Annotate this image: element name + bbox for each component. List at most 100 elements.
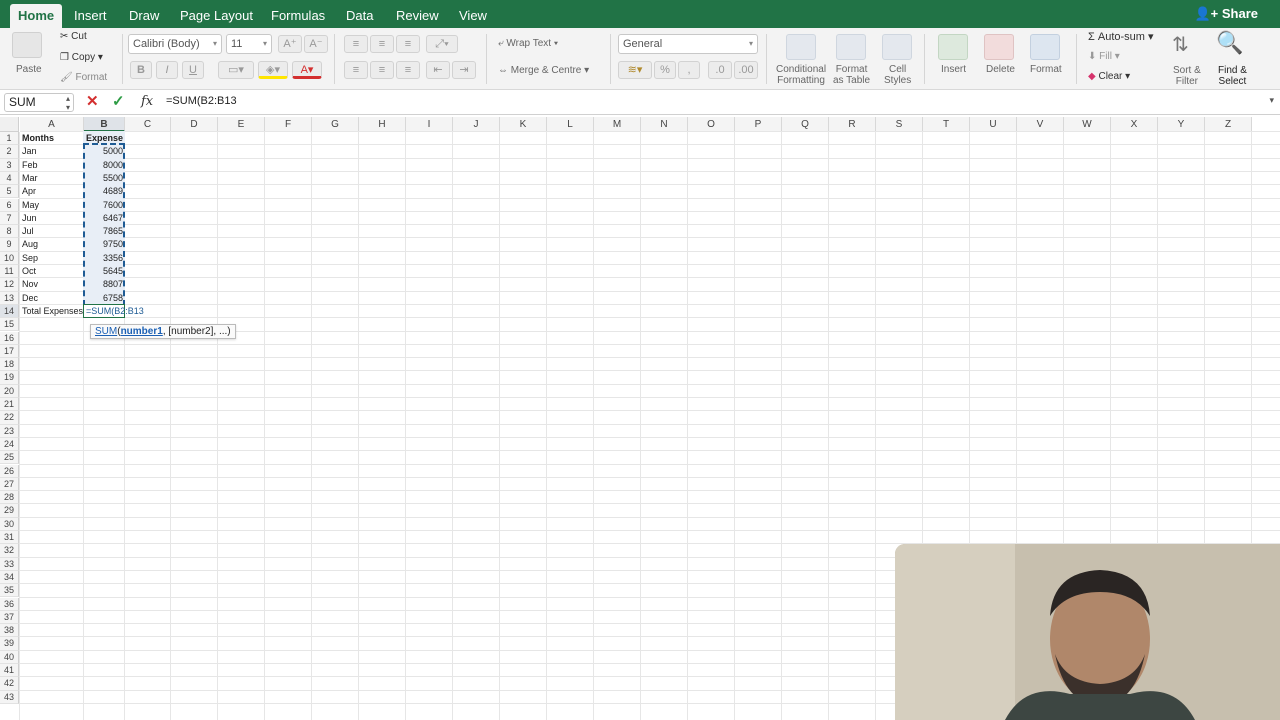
cell-b14-formula[interactable]: =SUM(B2:B13: [86, 305, 144, 318]
tab-draw[interactable]: Draw: [121, 4, 167, 28]
row-header[interactable]: 28: [0, 491, 19, 505]
cell-month[interactable]: May: [22, 199, 82, 212]
row-header[interactable]: 27: [0, 477, 19, 492]
column-header-r[interactable]: R: [829, 117, 876, 132]
cancel-icon[interactable]: ✕: [86, 92, 99, 110]
row-header[interactable]: 11: [0, 265, 19, 279]
column-header-s[interactable]: S: [876, 117, 923, 132]
select-all-corner[interactable]: [0, 117, 19, 132]
row-header[interactable]: 36: [0, 597, 19, 611]
decrease-font-button[interactable]: A⁻: [304, 35, 328, 53]
tab-review[interactable]: Review: [388, 4, 447, 28]
conditional-formatting-icon[interactable]: [786, 34, 816, 60]
row-header[interactable]: 31: [0, 531, 19, 545]
cell-expense[interactable]: 7865: [86, 225, 123, 238]
sort-filter-icon[interactable]: ⇅: [1172, 32, 1189, 57]
increase-decimal-button[interactable]: .0: [708, 61, 732, 79]
row-header[interactable]: 13: [0, 291, 19, 305]
row-header[interactable]: 2: [0, 145, 19, 159]
column-header-x[interactable]: X: [1111, 117, 1158, 132]
tab-page-layout[interactable]: Page Layout: [172, 4, 261, 28]
currency-button[interactable]: ≋▾: [618, 61, 652, 79]
format-cells-label[interactable]: Format: [1030, 64, 1062, 75]
font-name-dropdown[interactable]: Calibri (Body) ▾: [128, 34, 222, 54]
underline-button[interactable]: U: [182, 61, 204, 79]
column-header-p[interactable]: P: [735, 117, 782, 132]
row-header[interactable]: 10: [0, 251, 19, 265]
confirm-icon[interactable]: ✓: [112, 92, 125, 110]
cell-month[interactable]: Aug: [22, 238, 82, 251]
paste-icon[interactable]: [12, 32, 42, 58]
cell-expense[interactable]: 9750: [86, 238, 123, 251]
column-header-k[interactable]: K: [500, 117, 547, 132]
row-header[interactable]: 40: [0, 650, 19, 664]
row-header[interactable]: 1: [0, 132, 19, 146]
cell-expense[interactable]: 5000: [86, 145, 123, 158]
font-size-dropdown[interactable]: 11 ▾: [226, 34, 272, 54]
cell-b1-header[interactable]: Expense: [86, 132, 123, 145]
delete-cells-label[interactable]: Delete: [986, 64, 1015, 75]
cell-styles-button[interactable]: Cell Styles: [884, 64, 911, 86]
column-header-h[interactable]: H: [359, 117, 406, 132]
row-header[interactable]: 30: [0, 517, 19, 531]
column-header-v[interactable]: V: [1017, 117, 1064, 132]
column-header-d[interactable]: D: [171, 117, 218, 132]
row-header[interactable]: 16: [0, 331, 19, 345]
column-header-n[interactable]: N: [641, 117, 688, 132]
cell-month[interactable]: Apr: [22, 185, 82, 198]
insert-function-icon[interactable]: fx: [141, 94, 153, 109]
column-header-j[interactable]: J: [453, 117, 500, 132]
align-bottom-button[interactable]: ≡: [396, 35, 420, 53]
row-header[interactable]: 29: [0, 504, 19, 518]
row-header[interactable]: 20: [0, 384, 19, 398]
tab-view[interactable]: View: [451, 4, 495, 28]
clear-button[interactable]: ◆ Clear ▾: [1088, 71, 1130, 82]
conditional-formatting-button[interactable]: Conditional Formatting: [776, 64, 826, 86]
cell-month[interactable]: Jan: [22, 145, 82, 158]
row-header[interactable]: 39: [0, 637, 19, 651]
cell-expense[interactable]: 5500: [86, 172, 123, 185]
align-left-button[interactable]: ≡: [344, 61, 368, 79]
cut-button[interactable]: ✂ Cut: [60, 31, 87, 42]
magnifier-icon[interactable]: 🔍: [1216, 30, 1243, 56]
cell-month[interactable]: Jun: [22, 212, 82, 225]
cell-expense[interactable]: 6758: [86, 292, 123, 305]
bold-button[interactable]: B: [130, 61, 152, 79]
row-header[interactable]: 37: [0, 610, 19, 625]
align-top-button[interactable]: ≡: [344, 35, 368, 53]
row-header[interactable]: 8: [0, 225, 19, 239]
row-header[interactable]: 19: [0, 371, 19, 385]
column-header-g[interactable]: G: [312, 117, 359, 132]
tab-home[interactable]: Home: [10, 4, 63, 28]
format-as-table-icon[interactable]: [836, 34, 866, 60]
comma-button[interactable]: ,: [678, 61, 700, 79]
cell-month[interactable]: Jul: [22, 225, 82, 238]
column-header-t[interactable]: T: [923, 117, 970, 132]
align-middle-button[interactable]: ≡: [370, 35, 394, 53]
insert-cells-icon[interactable]: [938, 34, 968, 60]
row-header[interactable]: 14: [0, 304, 19, 319]
row-header[interactable]: 21: [0, 398, 19, 412]
format-as-table-button[interactable]: Format as Table: [833, 64, 870, 86]
tab-formulas[interactable]: Formulas: [263, 4, 333, 28]
format-cells-icon[interactable]: [1030, 34, 1060, 60]
italic-button[interactable]: I: [156, 61, 178, 79]
cell-month[interactable]: Sep: [22, 252, 82, 265]
row-header[interactable]: 35: [0, 584, 19, 598]
name-box[interactable]: SUM ▴ ▾: [4, 93, 74, 112]
cell-a1-header[interactable]: Months: [22, 132, 82, 145]
insert-cells-label[interactable]: Insert: [941, 64, 966, 75]
column-header-b[interactable]: B: [84, 117, 125, 132]
column-header-y[interactable]: Y: [1158, 117, 1205, 132]
column-header-w[interactable]: W: [1064, 117, 1111, 132]
cell-expense[interactable]: 5645: [86, 265, 123, 278]
fill-color-button[interactable]: ◈▾: [258, 61, 288, 79]
increase-font-button[interactable]: A⁺: [278, 35, 302, 53]
tooltip-function-name[interactable]: SUM: [95, 326, 117, 337]
formula-input[interactable]: =SUM(B2:B13: [166, 95, 237, 107]
expand-formula-icon[interactable]: ▾: [1269, 95, 1274, 106]
number-format-dropdown[interactable]: General ▾: [618, 34, 758, 54]
borders-button[interactable]: ▭▾: [218, 61, 254, 79]
row-header[interactable]: 24: [0, 437, 19, 452]
row-header[interactable]: 22: [0, 411, 19, 425]
